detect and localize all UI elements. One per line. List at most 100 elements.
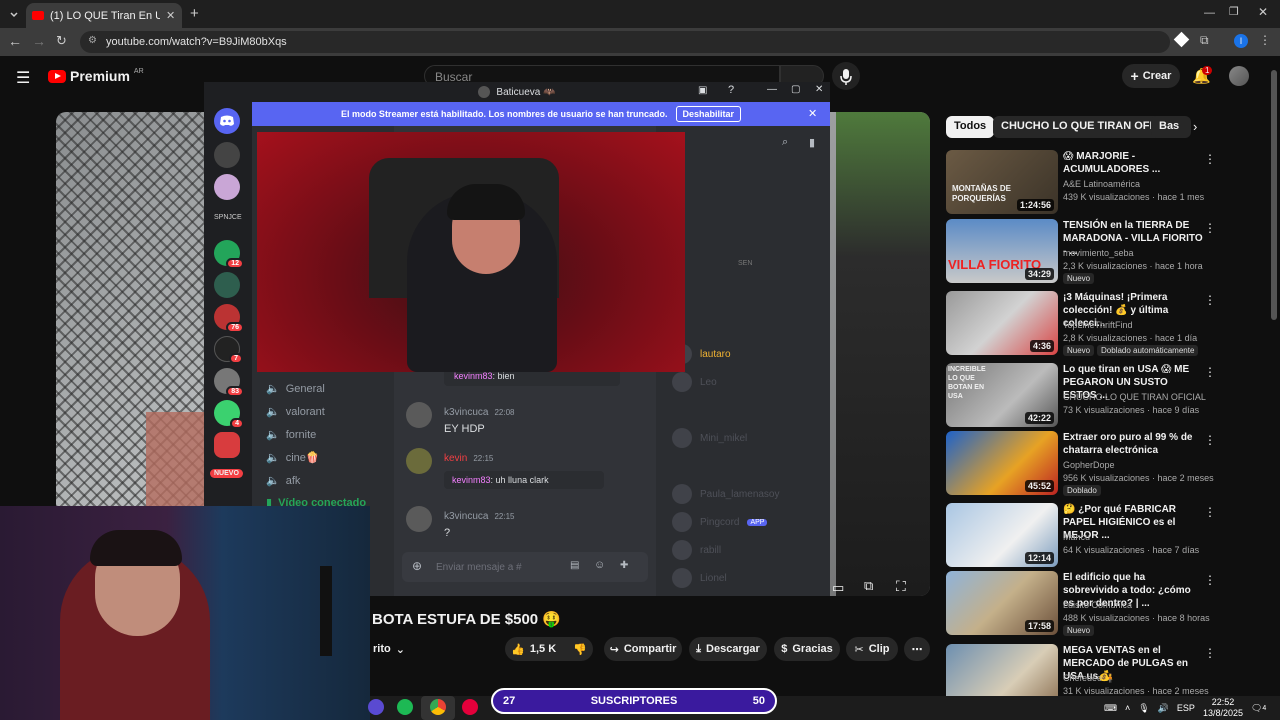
share-button[interactable]: ↪ Compartir xyxy=(604,637,682,661)
miniplayer-icon[interactable]: ▭ xyxy=(832,580,844,596)
spotify-icon[interactable] xyxy=(397,699,413,715)
member-item[interactable]: Lionel xyxy=(672,568,727,588)
chrome-icon[interactable] xyxy=(430,699,446,715)
tab-search-icon[interactable] xyxy=(8,8,20,20)
discord-minimize-icon[interactable]: — xyxy=(767,84,777,95)
channel-name[interactable]: TopLineThriftFind xyxy=(1063,320,1133,330)
attach-plus-icon[interactable]: ⊕ xyxy=(412,559,422,573)
channel-name[interactable]: CHUCHO LO QUE TIRAN OFICIAL xyxy=(1063,392,1206,402)
more-options-icon[interactable]: ⋮ xyxy=(1204,365,1216,379)
member-item[interactable]: Paula_lamenasoy xyxy=(672,484,780,504)
activities-gamepad-icon[interactable]: ✚ xyxy=(620,560,628,571)
server-icon-5[interactable]: 76 xyxy=(214,304,244,333)
server-icon-6[interactable]: 7 xyxy=(214,336,243,364)
site-info-icon[interactable]: ⚙ xyxy=(88,35,97,46)
chip-all[interactable]: Todos xyxy=(946,116,995,138)
server-icon-4[interactable] xyxy=(214,272,240,298)
video-title[interactable]: Extraer oro puro al 99 % de chatarra ele… xyxy=(1063,431,1203,457)
more-options-icon[interactable]: ⋮ xyxy=(1204,293,1216,307)
url-bar[interactable]: ⚙ youtube.com/watch?v=B9JiM80bXqs xyxy=(80,31,1170,53)
member-item[interactable]: Mini_mikel xyxy=(672,428,747,448)
chevron-up-icon[interactable]: ˄ xyxy=(1125,703,1130,713)
app-icon[interactable] xyxy=(368,699,384,715)
fullscreen-icon[interactable]: ⛶ xyxy=(896,578,906,595)
restore-window-icon[interactable]: ❐ xyxy=(1229,5,1239,18)
new-tab-icon[interactable]: + xyxy=(190,5,199,22)
video-thumbnail[interactable]: 17:58 xyxy=(946,571,1058,635)
recommendation-item[interactable]: MONTAÑAS DE PORQUERÍAS 1:24:56 😱 MARJORI… xyxy=(946,150,1266,216)
server-icon-1[interactable] xyxy=(214,142,240,168)
video-thumbnail[interactable]: 12:14 xyxy=(946,503,1058,567)
page-scrollbar[interactable] xyxy=(1271,70,1277,320)
voice-channel-cine[interactable]: 🔈 cine🍿 xyxy=(266,451,320,464)
recommendation-item[interactable]: INCREIBLE LO QUE BOTAN EN USA 42:22 Lo q… xyxy=(946,363,1266,429)
language-indicator[interactable]: ESP xyxy=(1177,703,1195,713)
discord-close-icon[interactable]: ✕ xyxy=(815,84,823,95)
subscribe-dropdown[interactable]: rito ⌄ xyxy=(370,637,408,661)
discord-maximize-icon[interactable]: ▢ xyxy=(791,84,800,95)
voice-search-button[interactable] xyxy=(832,62,860,90)
inbox-icon[interactable]: ▣ xyxy=(698,85,707,96)
member-item[interactable]: Leo xyxy=(672,372,717,392)
mic-tray-icon[interactable]: 🎙 xyxy=(1138,703,1149,714)
more-actions-button[interactable]: ⋯ xyxy=(904,637,930,661)
voice-channel-general[interactable]: 🔈 General xyxy=(266,382,325,396)
reload-icon[interactable]: ↻ xyxy=(56,33,67,49)
hamburger-menu-icon[interactable]: ☰ xyxy=(16,68,30,88)
emoji-icon[interactable]: ☺ xyxy=(594,559,605,571)
clip-button[interactable]: ✂ Clip xyxy=(846,637,898,661)
app-icon-red[interactable] xyxy=(462,699,478,715)
chip-more[interactable]: Bas xyxy=(1151,116,1191,138)
thanks-button[interactable]: $ Gracias xyxy=(774,637,840,661)
gift-icon[interactable]: ▤ xyxy=(570,560,579,571)
channel-name[interactable]: Luisito Comunica xyxy=(1063,600,1132,610)
channel-name[interactable]: GopherDope xyxy=(1063,460,1115,470)
server-icon-8[interactable]: 4 xyxy=(214,400,244,429)
more-options-icon[interactable]: ⋮ xyxy=(1204,505,1216,519)
account-avatar[interactable] xyxy=(1229,66,1249,86)
server-icon-7[interactable]: 83 xyxy=(214,368,244,397)
server-icon-9[interactable] xyxy=(214,432,240,458)
voice-channel-valorant[interactable]: 🔈 valorant xyxy=(266,405,325,419)
keyboard-icon[interactable]: ⌨ xyxy=(1104,703,1117,714)
video-thumbnail[interactable]: VILLA FIORITO 34:29 xyxy=(946,219,1058,283)
channel-name[interactable]: movimiento_seba xyxy=(1063,248,1134,258)
create-button[interactable]: + Crear xyxy=(1122,64,1180,88)
forward-icon[interactable]: → xyxy=(32,33,46,49)
channel-name[interactable]: A&E Latinoamérica xyxy=(1063,179,1140,189)
back-icon[interactable]: ← xyxy=(8,33,22,49)
extension-icon[interactable] xyxy=(1173,31,1190,48)
more-options-icon[interactable]: ⋮ xyxy=(1204,646,1216,660)
video-thumbnail[interactable]: 45:52 xyxy=(946,431,1058,495)
banner-close-icon[interactable]: ✕ xyxy=(808,107,817,120)
more-options-icon[interactable]: ⋮ xyxy=(1204,152,1216,166)
disable-streamer-button[interactable]: Deshabilitar xyxy=(675,106,742,122)
video-thumbnail[interactable] xyxy=(946,644,1058,696)
recommendation-item[interactable]: 45:52 Extraer oro puro al 99 % de chatar… xyxy=(946,431,1266,497)
video-thumbnail[interactable]: MONTAÑAS DE PORQUERÍAS 1:24:56 xyxy=(946,150,1058,214)
cast-icon[interactable]: ⧉ xyxy=(864,578,873,594)
tab-close-icon[interactable]: ✕ xyxy=(166,9,175,22)
profile-avatar[interactable]: I xyxy=(1234,34,1248,48)
voice-channel-afk[interactable]: 🔈 afk xyxy=(266,474,300,488)
video-thumbnail[interactable]: INCREIBLE LO QUE BOTAN EN USA 42:22 xyxy=(946,363,1058,427)
extensions-puzzle-icon[interactable]: ⧉ xyxy=(1200,33,1209,48)
message-input[interactable]: ⊕ Enviar mensaje a # ▤ ☺ ✚ xyxy=(402,552,648,582)
recommendation-item[interactable]: 4:36 ¡3 Máquinas! ¡Primera colección! 💰 … xyxy=(946,291,1266,357)
pinned-icon[interactable]: ▮ xyxy=(809,136,815,149)
more-options-icon[interactable]: ⋮ xyxy=(1204,573,1216,587)
clock[interactable]: 22:52 13/8/2025 xyxy=(1203,697,1243,719)
video-title[interactable]: 😱 MARJORIE - ACUMULADORES ... xyxy=(1063,150,1203,176)
volume-icon[interactable]: 🔊 xyxy=(1158,703,1169,714)
thumbs-down-icon[interactable]: 👎 xyxy=(573,643,587,656)
discord-home-icon[interactable] xyxy=(214,108,240,134)
video-thumbnail[interactable]: 4:36 xyxy=(946,291,1058,355)
member-item[interactable]: Pingcord APP xyxy=(672,512,768,532)
recommendation-item[interactable]: VILLA FIORITO 34:29 TENSIÓN en la TIERRA… xyxy=(946,219,1266,285)
download-button[interactable]: ⤓ Descargar xyxy=(689,637,767,661)
server-icon-3[interactable]: 12 xyxy=(214,240,244,269)
chips-next-chevron-icon[interactable]: › xyxy=(1193,119,1197,134)
member-item[interactable]: rabill xyxy=(672,540,721,560)
recommendation-item[interactable]: MEGA VENTAS en el MERCADO de PULGAS en U… xyxy=(946,644,1266,696)
members-search-icon[interactable]: ⌕ xyxy=(782,136,788,149)
